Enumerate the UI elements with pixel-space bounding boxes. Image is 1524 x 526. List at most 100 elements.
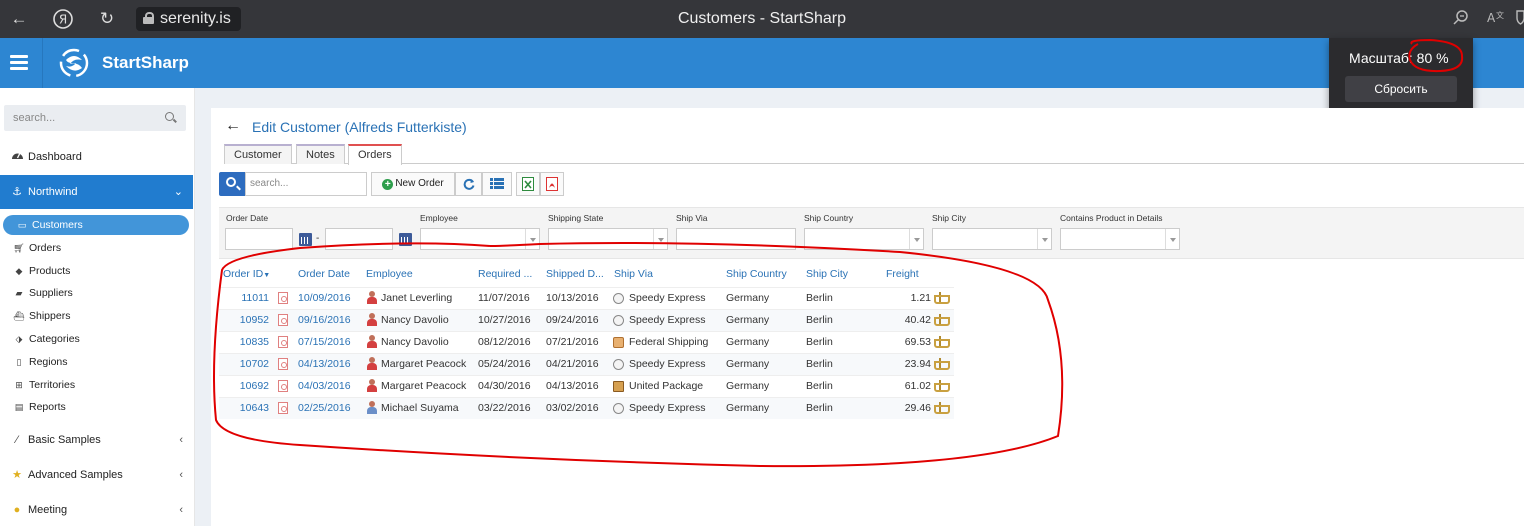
order-id-link[interactable]: 10692 [219, 376, 269, 397]
column-header-ship-city[interactable]: Ship City [806, 261, 848, 287]
table-row[interactable]: 10643 02/25/2016 Michael Suyama 03/22/2016 0… [219, 397, 954, 419]
sidebar-item-dashboard[interactable]: Dashboard [0, 146, 193, 168]
sidebar-item-advanced-samples[interactable]: ★ Advanced Samples ‹ [0, 464, 193, 486]
tab-notes[interactable]: Notes [296, 144, 345, 164]
excel-icon [522, 177, 534, 191]
excel-export-button[interactable] [516, 172, 540, 196]
order-id-link[interactable]: 10702 [219, 354, 269, 375]
dropdown-arrow-icon [525, 229, 539, 249]
ship-city-select[interactable] [932, 228, 1052, 250]
sidebar-item-orders[interactable]: 🛒︎ Orders [0, 237, 193, 259]
employee-person-icon [366, 291, 378, 305]
table-row[interactable]: 11011 10/09/2016 Janet Leverling 11/07/2016… [219, 287, 954, 309]
order-date-link[interactable]: 04/03/2016 [298, 376, 351, 397]
sidebar-item-customers[interactable]: ▭ Customers [3, 215, 189, 235]
order-id-link[interactable]: 10835 [219, 332, 269, 353]
order-date-from-input[interactable] [225, 228, 293, 250]
order-id-link[interactable]: 10643 [219, 398, 269, 419]
back-icon[interactable]: ← [8, 8, 30, 30]
sidebar-item-suppliers[interactable]: ▰ Suppliers [0, 282, 193, 304]
protect-shield-icon[interactable] [1516, 9, 1524, 28]
translate-icon[interactable]: A文 [1487, 9, 1505, 28]
sidebar-search-icon[interactable] [160, 105, 180, 131]
quick-search-icon[interactable] [219, 172, 245, 196]
zoom-level-label: Масштаб: 80 % [1349, 50, 1449, 66]
shipper-icon [613, 315, 624, 326]
column-header-ship-via[interactable]: Ship Via [614, 261, 653, 287]
required-date-cell: 10/27/2016 [478, 314, 531, 326]
sidebar-search-input[interactable]: search... [4, 105, 186, 131]
order-date-link[interactable]: 07/15/2016 [298, 332, 351, 353]
column-header-ship-country[interactable]: Ship Country [726, 261, 787, 287]
app-brand[interactable]: StartSharp [102, 38, 189, 88]
sidebar-item-reports[interactable]: ▤ Reports [0, 396, 193, 418]
order-date-link[interactable]: 02/25/2016 [298, 398, 351, 419]
lock-icon [143, 12, 154, 24]
sidebar-item-territories[interactable]: ⊞ Territories [0, 374, 193, 396]
order-date-to-input[interactable] [325, 228, 393, 250]
pdf-export-button[interactable] [540, 172, 564, 196]
map-icon: ▯ [16, 357, 22, 367]
calendar-icon[interactable] [399, 233, 412, 246]
quick-search-input[interactable]: search... [245, 172, 367, 196]
column-picker-button[interactable] [482, 172, 512, 196]
hamburger-menu-button[interactable] [0, 38, 43, 88]
sidebar-item-products[interactable]: ◆ Products [0, 260, 193, 282]
table-row[interactable]: 10952 09/16/2016 Nancy Davolio 10/27/2016 09… [219, 309, 954, 331]
column-header-shipped-date[interactable]: Shipped D... [546, 261, 604, 287]
sidebar-section-northwind[interactable]: ⚓ Northwind ⌄ [0, 175, 193, 209]
reload-icon[interactable]: ↻ [96, 8, 118, 30]
refresh-button[interactable] [455, 172, 482, 196]
scale-icon [934, 380, 950, 393]
yandex-icon[interactable]: Я [52, 8, 74, 30]
order-id-link[interactable]: 10952 [219, 310, 269, 331]
order-date-link[interactable]: 09/16/2016 [298, 310, 351, 331]
magic-wand-icon: ⁄ [16, 434, 18, 446]
column-header-freight[interactable]: Freight [886, 261, 919, 287]
table-row[interactable]: 10702 04/13/2016 Margaret Peacock 05/24/201… [219, 353, 954, 375]
zoom-reset-button[interactable]: Сбросить [1345, 76, 1457, 102]
tab-orders[interactable]: Orders [348, 144, 402, 165]
pdf-report-icon[interactable] [278, 380, 288, 392]
address-bar[interactable]: serenity.is [136, 7, 241, 31]
sidebar-item-label: Customers [32, 219, 83, 231]
ship-city-cell: Berlin [806, 402, 833, 414]
table-row[interactable]: 10835 07/15/2016 Nancy Davolio 08/12/2016 07… [219, 331, 954, 353]
ship-country-select[interactable] [804, 228, 924, 250]
pdf-report-icon[interactable] [278, 292, 288, 304]
column-header-order-date[interactable]: Order Date [298, 261, 350, 287]
pdf-report-icon[interactable] [278, 314, 288, 326]
freight-cell: 23.94 [904, 358, 931, 370]
sidebar-item-meeting[interactable]: ● Meeting ‹ [0, 499, 193, 521]
calendar-icon[interactable] [299, 233, 312, 246]
new-order-button[interactable]: + New Order [371, 172, 455, 196]
required-date-cell: 05/24/2016 [478, 358, 531, 370]
sidebar-item-basic-samples[interactable]: ⁄ Basic Samples ‹ [0, 429, 193, 451]
pdf-report-icon[interactable] [278, 336, 288, 348]
ship-country-cell: Germany [726, 314, 770, 326]
app-header: StartSharp [0, 38, 1524, 88]
column-header-order-id[interactable]: Order ID▼ [223, 261, 270, 287]
sidebar-item-regions[interactable]: ▯ Regions [0, 351, 193, 373]
shipped-date-cell: 09/24/2016 [546, 314, 599, 326]
ship-via-input[interactable] [676, 228, 796, 250]
pdf-report-icon[interactable] [278, 358, 288, 370]
column-header-employee[interactable]: Employee [366, 261, 413, 287]
order-date-link[interactable]: 04/13/2016 [298, 354, 351, 375]
sidebar-item-categories[interactable]: ⬗ Categories [0, 328, 193, 350]
table-row[interactable]: 10692 04/03/2016 Margaret Peacock 04/30/201… [219, 375, 954, 397]
pdf-report-icon[interactable] [278, 402, 288, 414]
sidebar-item-shippers[interactable]: ⛴︎ Shippers [0, 305, 193, 327]
cube-icon: ◆ [15, 266, 23, 276]
employee-select[interactable] [420, 228, 540, 250]
order-date-link[interactable]: 10/09/2016 [298, 288, 351, 309]
order-id-link[interactable]: 11011 [219, 288, 269, 309]
contains-product-select[interactable] [1060, 228, 1180, 250]
column-header-required-date[interactable]: Required ... [478, 261, 532, 287]
ship-city-cell: Berlin [806, 336, 833, 348]
back-arrow-icon[interactable]: ← [225, 117, 241, 135]
zoom-magnifier-icon[interactable] [1453, 9, 1469, 28]
shipping-state-select[interactable] [548, 228, 668, 250]
employee-person-icon [366, 335, 378, 349]
tab-customer[interactable]: Customer [224, 144, 292, 164]
